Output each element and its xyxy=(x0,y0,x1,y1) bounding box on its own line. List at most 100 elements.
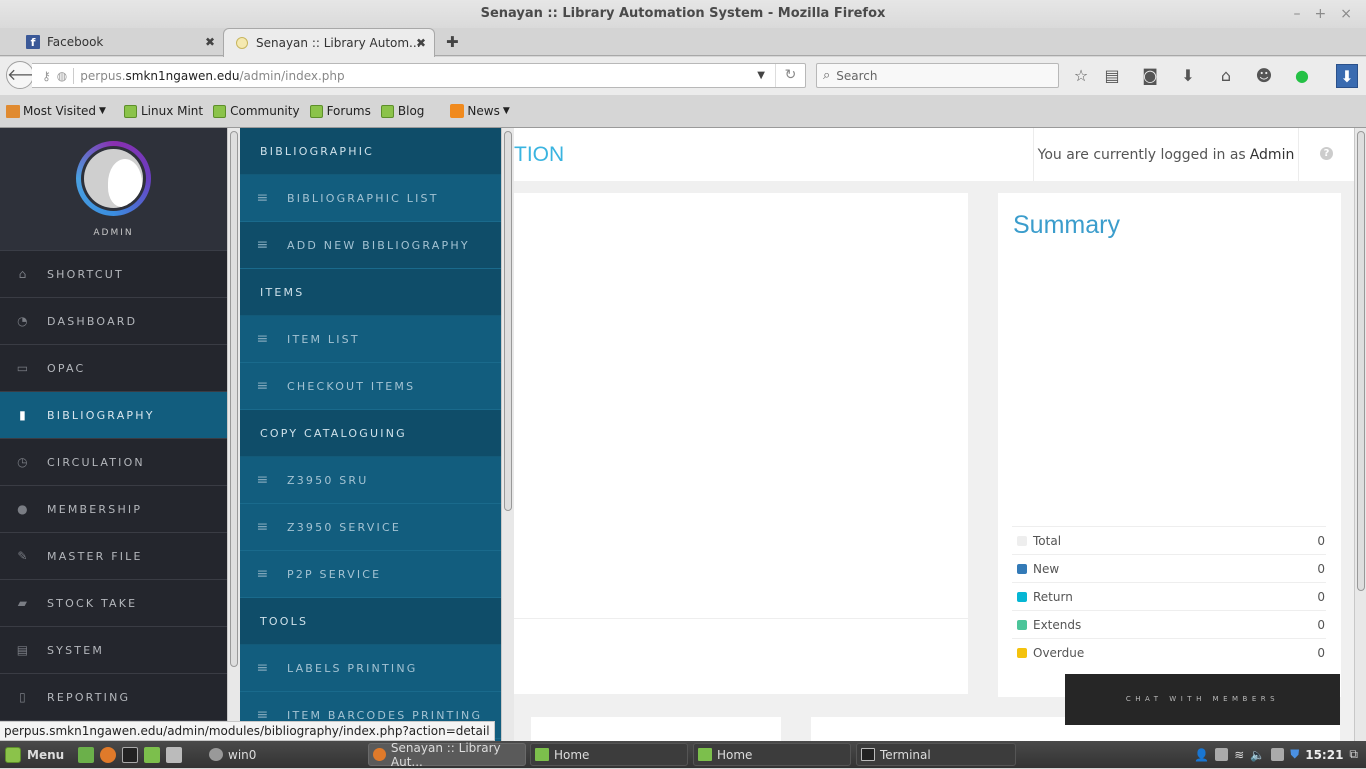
submenu-item-add-new-bibliography[interactable]: ≡ ADD NEW BIBLIOGRAPHY xyxy=(240,222,501,269)
bookmark-linux-mint[interactable]: Linux Mint xyxy=(123,104,204,118)
reload-icon[interactable]: ↻ xyxy=(775,64,805,87)
taskbar-window-win0[interactable]: win0 xyxy=(205,743,360,766)
submenu-item-label: Z3950 SERVICE xyxy=(287,520,402,534)
window-label: Home xyxy=(554,747,590,762)
submenu-header-items: ITEMS xyxy=(240,269,501,316)
downloads-icon[interactable]: ⬇ xyxy=(1177,66,1199,85)
taskbar-window-terminal[interactable]: Terminal xyxy=(856,743,1016,766)
sidebar-item-dashboard[interactable]: ◔ DASHBOARD xyxy=(0,298,227,345)
folder-icon xyxy=(535,748,549,761)
submenu-item-checkout-items[interactable]: ≡ CHECKOUT ITEMS xyxy=(240,363,501,410)
sidebar-scrollbar[interactable] xyxy=(227,128,240,741)
sidebar-item-membership[interactable]: ● MEMBERSHIP xyxy=(0,486,227,533)
legend-swatch xyxy=(1017,619,1027,630)
submenu-item-p2p-service[interactable]: ≡ P2P SERVICE xyxy=(240,551,501,598)
bookmark-star-icon[interactable]: ☆ xyxy=(1070,66,1092,85)
bookmark-forums[interactable]: Forums xyxy=(309,104,371,118)
sidebar-item-label: REPORTING xyxy=(47,690,131,704)
home-icon[interactable]: ⌂ xyxy=(1215,66,1237,85)
summary-row-total: Total 0 xyxy=(1012,526,1326,554)
submenu-item-item-list[interactable]: ≡ ITEM LIST xyxy=(240,316,501,363)
login-info: You are currently logged in as Admin xyxy=(1033,128,1299,181)
submenu-scrollbar[interactable] xyxy=(501,128,514,741)
legend-swatch xyxy=(1017,563,1027,574)
workspace-icon[interactable]: ⧉ xyxy=(1349,747,1358,762)
download-addon-icon[interactable]: ⬇ xyxy=(1336,64,1358,88)
sidebar-item-reporting[interactable]: ▯ REPORTING xyxy=(0,674,227,721)
bookmark-most-visited[interactable]: Most Visited ▼ xyxy=(6,104,106,118)
firefox-icon xyxy=(373,748,386,761)
bookmark-label: Community xyxy=(230,104,300,118)
user-icon[interactable]: 👤 xyxy=(1194,748,1209,762)
volume-icon[interactable]: 🔈 xyxy=(1250,748,1265,762)
key-icon[interactable]: ⚷ xyxy=(42,69,51,83)
search-input[interactable]: ⌕ Search xyxy=(816,63,1059,88)
summary-label: Overdue xyxy=(1033,645,1085,660)
chat-widget[interactable]: CHAT WITH MEMBERS xyxy=(1065,674,1340,741)
tab-senayan[interactable]: Senayan :: Library Autom... ✖ xyxy=(223,28,435,57)
firefox-icon[interactable] xyxy=(100,746,116,763)
battery-icon[interactable] xyxy=(1271,748,1285,761)
tab-bar: f Facebook ✖ Senayan :: Library Autom...… xyxy=(0,28,1366,57)
page-scrollbar[interactable] xyxy=(1354,128,1366,741)
url-bar[interactable]: ⚷ ◍ perpus. smkn1ngawen.edu/admin/index.p… xyxy=(32,63,806,88)
bookmark-label: News xyxy=(467,104,500,118)
bookmark-label: Blog xyxy=(397,104,425,118)
folder-icon[interactable] xyxy=(144,746,160,763)
sidebar-item-opac[interactable]: ▭ OPAC xyxy=(0,345,227,392)
bookmark-blog[interactable]: Blog xyxy=(380,104,425,118)
close-window-button[interactable]: × xyxy=(1340,0,1352,28)
back-button[interactable]: 🡐 xyxy=(6,61,50,89)
shield-icon[interactable]: ⛊ xyxy=(1290,747,1299,762)
help-icon[interactable]: ? xyxy=(1320,147,1333,160)
terminal-icon[interactable] xyxy=(122,746,138,763)
minimize-button[interactable]: – xyxy=(1294,0,1301,28)
chat-icon[interactable]: ☻ xyxy=(1253,66,1275,85)
mint-icon xyxy=(309,104,323,118)
taskbar-window-firefox[interactable]: Senayan :: Library Aut... xyxy=(368,741,526,769)
sidebar-item-bibliography[interactable]: ▮ BIBLIOGRAPHY xyxy=(0,392,227,439)
bookmark-label: Linux Mint xyxy=(140,104,204,118)
clipboard-icon[interactable] xyxy=(1215,748,1229,761)
wifi-icon[interactable]: ≋ xyxy=(1234,748,1244,762)
screenshot-icon[interactable] xyxy=(166,746,182,763)
history-dropdown-icon[interactable]: ▼ xyxy=(757,70,765,81)
close-tab-icon[interactable]: ✖ xyxy=(416,36,426,50)
keyboard-icon: ▤ xyxy=(16,643,31,657)
summary-value: 0 xyxy=(1317,561,1325,576)
submenu-item-z3950-sru[interactable]: ≡ Z3950 SRU xyxy=(240,457,501,504)
chevron-down-icon: ▼ xyxy=(99,106,106,116)
sidebar-item-circulation[interactable]: ◷ CIRCULATION xyxy=(0,439,227,486)
globe-icon[interactable]: ◍ xyxy=(57,69,67,83)
login-user[interactable]: Admin xyxy=(1250,147,1295,163)
sidebar-item-label: CIRCULATION xyxy=(47,455,145,469)
sidebar-item-system[interactable]: ▤ SYSTEM xyxy=(0,627,227,674)
chat-header[interactable]: CHAT WITH MEMBERS xyxy=(1065,674,1340,725)
taskbar-window-home[interactable]: Home xyxy=(530,743,688,766)
reading-list-icon[interactable]: ▤ xyxy=(1101,66,1123,85)
sidebar-item-master-file[interactable]: ✎ MASTER FILE xyxy=(0,533,227,580)
start-menu-button[interactable]: Menu xyxy=(0,743,64,766)
show-desktop-icon[interactable] xyxy=(78,746,94,763)
sidebar-item-stock-take[interactable]: ▰ STOCK TAKE xyxy=(0,580,227,627)
tab-facebook[interactable]: f Facebook ✖ xyxy=(18,28,223,56)
submenu-header-copy-cataloguing: COPY CATALOGUING xyxy=(240,410,501,457)
search-placeholder: Search xyxy=(836,68,878,83)
bookmark-news[interactable]: News ▼ xyxy=(450,104,510,118)
whatsapp-icon[interactable]: ● xyxy=(1291,66,1313,85)
submenu-item-label: P2P SERVICE xyxy=(287,567,382,581)
submenu-item-z3950-service[interactable]: ≡ Z3950 SERVICE xyxy=(240,504,501,551)
taskbar-window-home-2[interactable]: Home xyxy=(693,743,851,766)
window-label: win0 xyxy=(228,747,257,762)
pocket-icon[interactable]: ◙ xyxy=(1139,66,1161,85)
submenu-item-bibliographic-list[interactable]: ≡ BIBLIOGRAPHIC LIST xyxy=(240,175,501,222)
bookmark-community[interactable]: Community xyxy=(213,104,300,118)
avatar[interactable] xyxy=(76,141,151,216)
sidebar-item-shortcut[interactable]: ⌂ SHORTCUT xyxy=(0,251,227,298)
submenu-item-labels-printing[interactable]: ≡ LABELS PRINTING xyxy=(240,645,501,692)
close-tab-icon[interactable]: ✖ xyxy=(205,35,215,49)
new-tab-button[interactable]: ✚ xyxy=(446,33,459,51)
clock[interactable]: 15:21 xyxy=(1305,748,1343,762)
maximize-button[interactable]: + xyxy=(1315,0,1327,28)
search-icon: ⌕ xyxy=(823,68,831,83)
